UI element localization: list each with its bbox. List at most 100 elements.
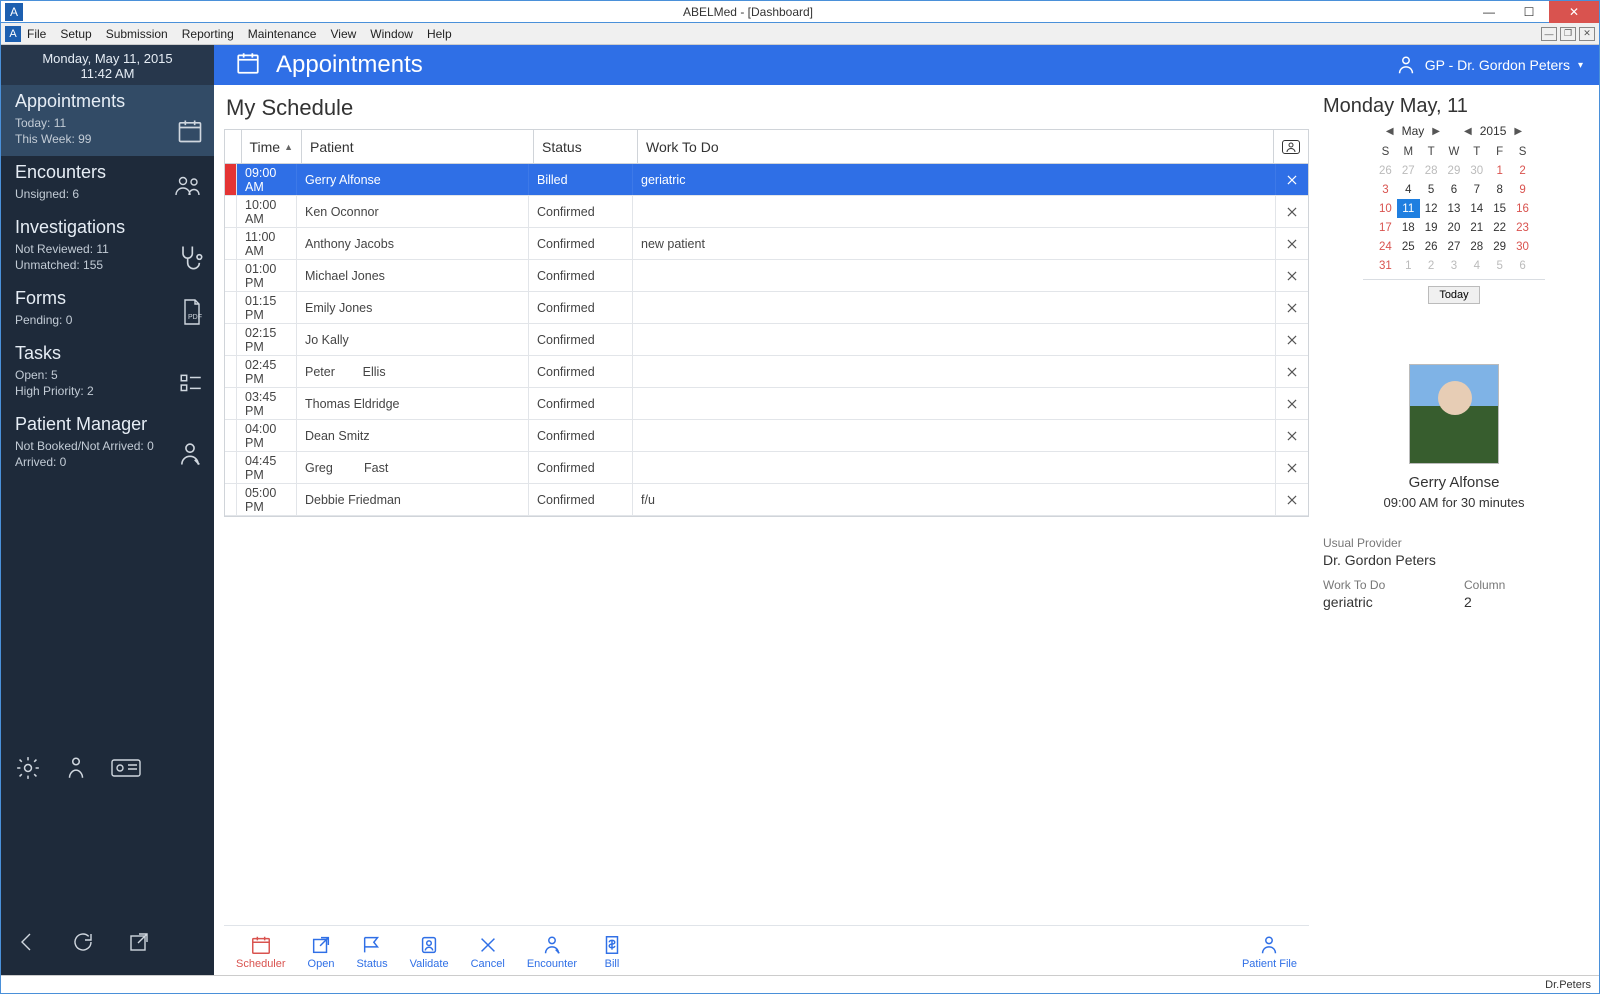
doc-minimize-button[interactable]: — <box>1541 27 1557 41</box>
calendar-day[interactable]: 27 <box>1443 237 1466 256</box>
action-validate[interactable]: Validate <box>410 934 449 970</box>
calendar-day[interactable]: 28 <box>1465 237 1488 256</box>
row-cancel-button[interactable] <box>1276 324 1308 355</box>
action-bill[interactable]: Bill <box>599 934 625 970</box>
action-encounter[interactable]: Encounter <box>527 934 577 970</box>
sidebar-item-tasks[interactable]: TasksOpen: 5High Priority: 2 <box>1 337 214 408</box>
col-status-header[interactable]: Status <box>534 130 638 163</box>
row-cancel-button[interactable] <box>1276 356 1308 387</box>
table-row[interactable]: 10:00 AMKen OconnorConfirmed <box>225 196 1308 228</box>
calendar-day[interactable]: 11 <box>1397 199 1420 218</box>
calendar-day[interactable]: 7 <box>1465 180 1488 199</box>
calendar-day[interactable]: 31 <box>1374 256 1397 275</box>
menu-maintenance[interactable]: Maintenance <box>248 27 317 41</box>
calendar-day[interactable]: 22 <box>1488 218 1511 237</box>
calendar-day[interactable]: 21 <box>1465 218 1488 237</box>
table-row[interactable]: 04:00 PMDean SmitzConfirmed <box>225 420 1308 452</box>
table-row[interactable]: 01:15 PMEmily JonesConfirmed <box>225 292 1308 324</box>
back-icon[interactable] <box>15 930 39 959</box>
calendar-day[interactable]: 23 <box>1511 218 1534 237</box>
calendar-day[interactable]: 28 <box>1420 161 1443 180</box>
menu-help[interactable]: Help <box>427 27 452 41</box>
calendar-day[interactable]: 29 <box>1443 161 1466 180</box>
provider-selector[interactable]: GP - Dr. Gordon Peters ▾ <box>1395 54 1583 76</box>
calendar-day[interactable]: 30 <box>1465 161 1488 180</box>
doc-close-button[interactable]: ✕ <box>1579 27 1595 41</box>
calendar-day[interactable]: 13 <box>1443 199 1466 218</box>
action-scheduler[interactable]: Scheduler <box>236 934 286 970</box>
calendar-day[interactable]: 18 <box>1397 218 1420 237</box>
sidebar-item-patient-manager[interactable]: Patient ManagerNot Booked/Not Arrived: 0… <box>1 408 214 479</box>
calendar-day[interactable]: 1 <box>1397 256 1420 275</box>
calendar-day[interactable]: 6 <box>1511 256 1534 275</box>
row-cancel-button[interactable] <box>1276 228 1308 259</box>
prev-month-icon[interactable]: ◀ <box>1386 126 1394 137</box>
next-year-icon[interactable]: ▶ <box>1514 126 1522 137</box>
minimize-button[interactable]: — <box>1469 1 1509 23</box>
calendar-day[interactable]: 6 <box>1443 180 1466 199</box>
calendar-day[interactable]: 12 <box>1420 199 1443 218</box>
sidebar-item-encounters[interactable]: EncountersUnsigned: 6 <box>1 156 214 211</box>
today-button[interactable]: Today <box>1428 286 1479 304</box>
calendar-day[interactable]: 24 <box>1374 237 1397 256</box>
action-status[interactable]: Status <box>356 934 387 970</box>
calendar-day[interactable]: 25 <box>1397 237 1420 256</box>
prev-year-icon[interactable]: ◀ <box>1464 126 1472 137</box>
menu-file[interactable]: File <box>27 27 46 41</box>
menu-window[interactable]: Window <box>370 27 413 41</box>
table-row[interactable]: 02:15 PMJo KallyConfirmed <box>225 324 1308 356</box>
calendar-day[interactable]: 17 <box>1374 218 1397 237</box>
sidebar-item-forms[interactable]: FormsPending: 0PDF <box>1 282 214 337</box>
calendar-day[interactable]: 30 <box>1511 237 1534 256</box>
close-button[interactable]: ✕ <box>1549 1 1599 23</box>
calendar-day[interactable]: 9 <box>1511 180 1534 199</box>
calendar-day[interactable]: 20 <box>1443 218 1466 237</box>
id-card-icon[interactable] <box>111 755 141 786</box>
col-time-header[interactable]: Time▲ <box>242 130 302 163</box>
calendar-day[interactable]: 19 <box>1420 218 1443 237</box>
menu-submission[interactable]: Submission <box>106 27 168 41</box>
col-card-header[interactable] <box>1274 130 1308 163</box>
calendar-day[interactable]: 26 <box>1420 237 1443 256</box>
calendar-day[interactable]: 3 <box>1443 256 1466 275</box>
doc-restore-button[interactable]: ❐ <box>1560 27 1576 41</box>
table-row[interactable]: 03:45 PMThomas EldridgeConfirmed <box>225 388 1308 420</box>
calendar-day[interactable]: 4 <box>1397 180 1420 199</box>
calendar-day[interactable]: 3 <box>1374 180 1397 199</box>
table-row[interactable]: 11:00 AMAnthony JacobsConfirmednew patie… <box>225 228 1308 260</box>
settings-icon[interactable] <box>15 755 41 786</box>
row-cancel-button[interactable] <box>1276 196 1308 227</box>
calendar-day[interactable]: 5 <box>1420 180 1443 199</box>
calendar-day[interactable]: 26 <box>1374 161 1397 180</box>
calendar-year[interactable]: 2015 <box>1480 124 1507 138</box>
menu-setup[interactable]: Setup <box>60 27 91 41</box>
open-external-icon[interactable] <box>127 930 151 959</box>
row-cancel-button[interactable] <box>1276 260 1308 291</box>
action-open[interactable]: Open <box>308 934 335 970</box>
action-cancel[interactable]: Cancel <box>471 934 505 970</box>
row-cancel-button[interactable] <box>1276 292 1308 323</box>
row-cancel-button[interactable] <box>1276 484 1308 515</box>
row-cancel-button[interactable] <box>1276 452 1308 483</box>
maximize-button[interactable]: ☐ <box>1509 1 1549 23</box>
sidebar-item-investigations[interactable]: InvestigationsNot Reviewed: 11Unmatched:… <box>1 211 214 282</box>
col-work-header[interactable]: Work To Do <box>638 130 1274 163</box>
calendar-day[interactable]: 27 <box>1397 161 1420 180</box>
table-row[interactable]: 05:00 PMDebbie FriedmanConfirmedf/u <box>225 484 1308 516</box>
action-patient-file[interactable]: Patient File <box>1242 934 1297 970</box>
next-month-icon[interactable]: ▶ <box>1432 126 1440 137</box>
row-cancel-button[interactable] <box>1276 164 1308 195</box>
menu-view[interactable]: View <box>330 27 356 41</box>
calendar-day[interactable]: 8 <box>1488 180 1511 199</box>
calendar-day[interactable]: 10 <box>1374 199 1397 218</box>
table-row[interactable]: 09:00 AMGerry AlfonseBilledgeriatric <box>225 164 1308 196</box>
calendar-day[interactable]: 16 <box>1511 199 1534 218</box>
col-patient-header[interactable]: Patient <box>302 130 534 163</box>
calendar-day[interactable]: 29 <box>1488 237 1511 256</box>
calendar-day[interactable]: 14 <box>1465 199 1488 218</box>
row-cancel-button[interactable] <box>1276 388 1308 419</box>
sidebar-item-appointments[interactable]: AppointmentsToday: 11This Week: 99 <box>1 85 214 156</box>
calendar-month[interactable]: May <box>1402 124 1425 138</box>
calendar-day[interactable]: 15 <box>1488 199 1511 218</box>
menu-reporting[interactable]: Reporting <box>182 27 234 41</box>
